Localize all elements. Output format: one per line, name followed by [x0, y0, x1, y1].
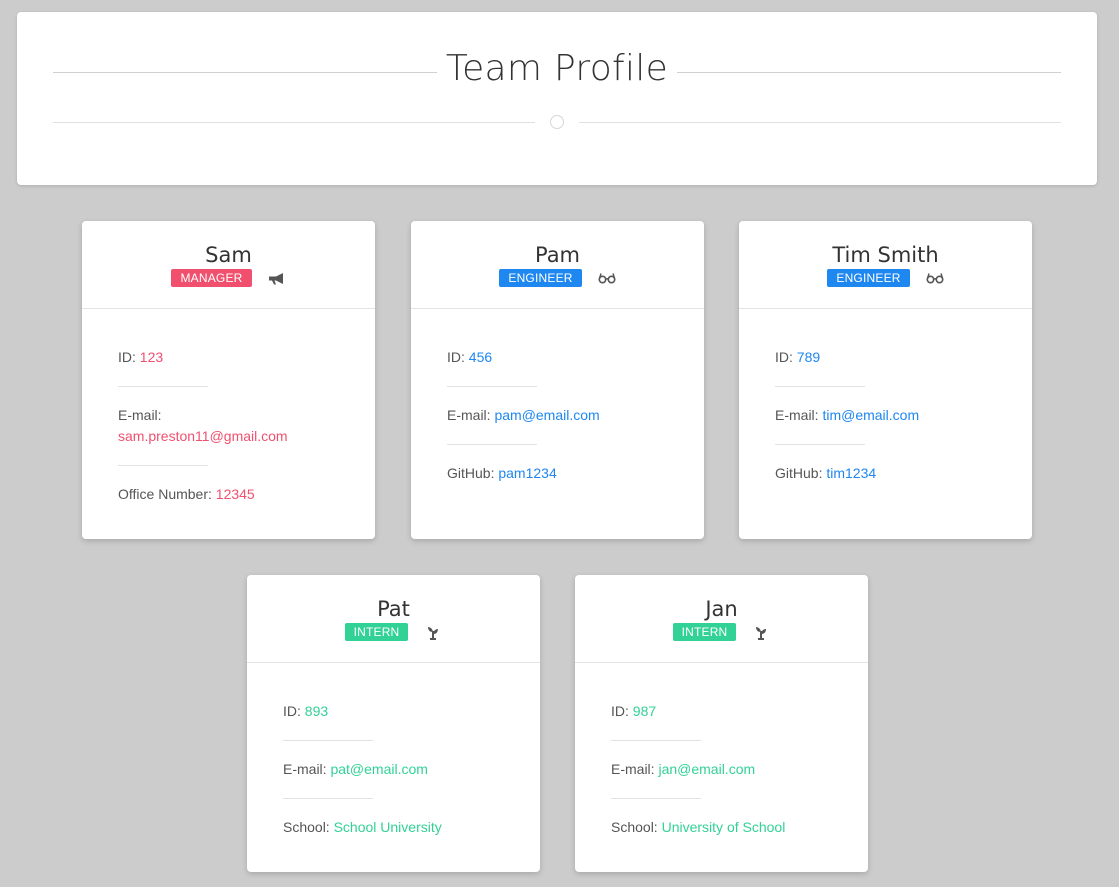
card-body: ID: 123 E-mail: sam.preston11@gmail.com …: [82, 309, 375, 505]
glasses-icon: [598, 269, 616, 287]
role-badge: INTERN: [344, 623, 409, 641]
email-link[interactable]: tim@email.com: [822, 407, 919, 423]
employee-name: Sam: [205, 243, 252, 267]
card-header: Pam ENGINEER: [411, 221, 704, 309]
employee-name: Jan: [705, 597, 738, 621]
ornament-circle-icon: [550, 115, 564, 129]
employee-card-intern: Jan INTERN ID: 987 E-mail: jan@email.com…: [575, 575, 868, 872]
employee-card-engineer: Pam ENGINEER ID: 456 E-mail: pam@email.c…: [411, 221, 704, 539]
field-github: GitHub: tim1234: [775, 465, 877, 481]
card-header: Sam MANAGER: [82, 221, 375, 309]
card-header: Pat INTERN: [247, 575, 540, 663]
id-value: 456: [468, 349, 493, 365]
card-header: Tim Smith ENGINEER: [739, 221, 1032, 309]
page-title: Team Profile: [445, 48, 669, 89]
field-email: E-mail: pam@email.com: [447, 407, 600, 423]
field-school: School: School University: [283, 819, 442, 835]
field-office: Office Number: 12345: [118, 486, 255, 502]
email-link[interactable]: sam.preston11@gmail.com: [118, 428, 288, 444]
divider: [118, 386, 208, 387]
ornament-line-right: [579, 122, 1061, 123]
card-body: ID: 789 E-mail: tim@email.com GitHub: ti…: [739, 309, 1032, 484]
field-email: E-mail: tim@email.com: [775, 407, 920, 423]
email-link[interactable]: jan@email.com: [658, 761, 755, 777]
divider: [611, 740, 701, 741]
school-value: School University: [333, 819, 442, 835]
field-email: E-mail: sam.preston11@gmail.com: [118, 407, 288, 444]
divider: [775, 444, 865, 445]
header-divider-right: [677, 72, 1061, 73]
field-id: ID: 893: [283, 703, 329, 719]
role-badge: ENGINEER: [827, 269, 910, 287]
card-body: ID: 987 E-mail: jan@email.com School: Un…: [575, 663, 868, 838]
field-id: ID: 456: [447, 349, 493, 365]
field-id: ID: 123: [118, 349, 164, 365]
id-value: 789: [796, 349, 821, 365]
divider: [447, 444, 537, 445]
seedling-icon: [424, 623, 442, 641]
card-header: Jan INTERN: [575, 575, 868, 663]
employee-name: Pam: [534, 243, 581, 267]
employee-card-manager: Sam MANAGER ID: 123 E-mail: sam.preston1…: [82, 221, 375, 539]
divider: [118, 465, 208, 466]
glasses-icon: [926, 269, 944, 287]
role-badge: MANAGER: [171, 269, 252, 287]
field-id: ID: 789: [775, 349, 821, 365]
office-number-value: 12345: [215, 486, 255, 502]
ornament-line-left: [53, 122, 535, 123]
divider: [611, 798, 701, 799]
seedling-icon: [752, 623, 770, 641]
card-body: ID: 893 E-mail: pat@email.com School: Sc…: [247, 663, 540, 838]
employee-card-engineer: Tim Smith ENGINEER ID: 789 E-mail: tim@e…: [739, 221, 1032, 539]
divider: [283, 798, 373, 799]
employee-card-intern: Pat INTERN ID: 893 E-mail: pat@email.com…: [247, 575, 540, 872]
divider: [775, 386, 865, 387]
role-badge: INTERN: [672, 623, 737, 641]
email-link[interactable]: pat@email.com: [330, 761, 427, 777]
email-link[interactable]: pam@email.com: [494, 407, 599, 423]
divider: [447, 386, 537, 387]
school-value: University of School: [661, 819, 786, 835]
id-value: 893: [304, 703, 329, 719]
field-email: E-mail: pat@email.com: [283, 761, 428, 777]
employee-name: Tim Smith: [832, 243, 939, 267]
page-header: Team Profile: [17, 12, 1097, 185]
role-badge: ENGINEER: [499, 269, 582, 287]
github-link[interactable]: pam1234: [498, 465, 556, 481]
field-email: E-mail: jan@email.com: [611, 761, 756, 777]
field-id: ID: 987: [611, 703, 657, 719]
card-body: ID: 456 E-mail: pam@email.com GitHub: pa…: [411, 309, 704, 484]
github-link[interactable]: tim1234: [826, 465, 876, 481]
field-school: School: University of School: [611, 819, 786, 835]
field-github: GitHub: pam1234: [447, 465, 557, 481]
id-value: 123: [139, 349, 164, 365]
megaphone-icon: [268, 269, 286, 287]
divider: [283, 740, 373, 741]
id-value: 987: [632, 703, 657, 719]
employee-name: Pat: [377, 597, 410, 621]
